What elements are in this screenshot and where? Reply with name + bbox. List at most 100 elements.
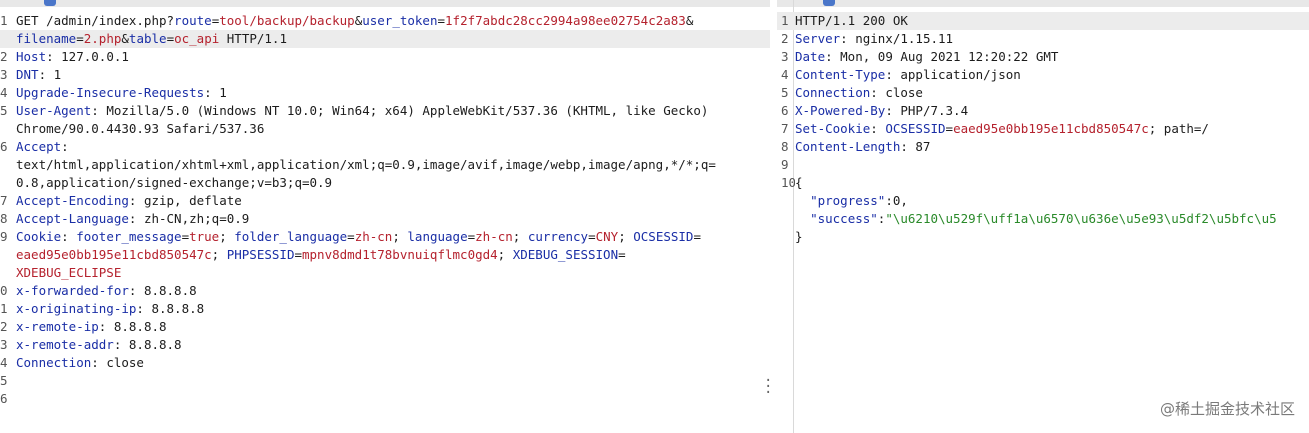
response-line: 9 — [777, 156, 1309, 174]
token-key: User-Agent — [16, 103, 92, 118]
request-line: 4 Connection: close — [0, 354, 770, 372]
line-text: Content-Type: application/json — [795, 66, 1021, 84]
line-text: User-Agent: Mozilla/5.0 (Windows NT 10.0… — [16, 102, 708, 120]
line-text: Host: 127.0.0.1 — [16, 48, 129, 66]
line-number: 1 — [0, 301, 8, 316]
tab-render[interactable] — [901, 0, 913, 6]
token-text: = — [166, 31, 175, 46]
tab-raw[interactable] — [823, 0, 835, 6]
watermark: @稀土掘金技术社区 — [1159, 400, 1295, 418]
token-text: :0, — [885, 193, 908, 208]
token-key: Accept — [16, 139, 62, 154]
token-text: : 8.8.8.8 — [136, 301, 205, 316]
line-text: "progress":0, — [795, 192, 908, 210]
token-value: 2.php — [83, 31, 122, 46]
token-text: : close — [91, 355, 144, 370]
token-text: ; — [211, 247, 227, 262]
response-line: 2 Server: nginx/1.15.11 — [777, 30, 1309, 48]
line-text: HTTP/1.1 200 OK — [795, 12, 908, 30]
token-value: mpnv8dmd1t78bvnuiqflmc0gd4 — [302, 247, 498, 262]
response-viewer[interactable]: 1 HTTP/1.1 200 OK 2 Server: nginx/1.15.11 3 D… — [777, 12, 1309, 433]
line-number: 7 — [781, 121, 789, 136]
line-number: 2 — [0, 319, 8, 334]
request-line: 6 Accept: — [0, 138, 770, 156]
token-value: CNY — [595, 229, 619, 244]
request-editor[interactable]: 1 GET /admin/index.php?route = tool/backup/… — [0, 12, 770, 433]
tab-render-toggle[interactable] — [953, 0, 965, 6]
line-number: 6 — [781, 103, 789, 118]
token-key: Connection — [16, 355, 92, 370]
line-text: Cookie: footer_message=true; folder_lang… — [16, 228, 701, 246]
line-text: Upgrade-Insecure-Requests: 1 — [16, 84, 227, 102]
request-line: 1 x-originating-ip: 8.8.8.8 — [0, 300, 770, 318]
token-key: Host — [16, 49, 47, 64]
token-text: : 8.8.8.8 — [113, 337, 182, 352]
tab-pretty[interactable] — [4, 0, 16, 6]
token-text: Chrome/90.0.4430.93 Safari/537.36 — [16, 121, 265, 136]
token-key: OCSESSID — [633, 229, 694, 244]
line-number: 5 — [781, 85, 789, 100]
line-text: Content-Length: 87 — [795, 138, 930, 156]
response-tab-bar — [777, 0, 1309, 7]
token-value: oc_api — [174, 31, 220, 46]
line-number: 5 — [0, 373, 8, 388]
token-text: ; — [219, 229, 235, 244]
line-number: 0 — [0, 283, 8, 298]
token-text: = — [945, 121, 954, 136]
token-value: tool/backup/backup — [219, 13, 355, 28]
tab-render-toggle[interactable] — [118, 0, 130, 6]
line-text: X-Powered-By: PHP/7.3.4 — [795, 102, 968, 120]
line-number: 3 — [0, 337, 8, 352]
token-text: & — [121, 31, 129, 46]
more-options-icon[interactable]: · · · — [764, 374, 772, 400]
tab-raw[interactable] — [44, 0, 56, 6]
line-number: 7 — [0, 193, 8, 208]
line-text: filename=2.php&table=oc_api HTTP/1.1 — [16, 30, 287, 48]
token-key: Accept-Language — [16, 211, 129, 226]
line-number: 1 — [0, 13, 8, 28]
line-number: 3 — [0, 67, 8, 82]
token-key: filename — [16, 31, 77, 46]
token-text: : — [61, 139, 69, 154]
request-line: XDEBUG_ECLIPSE — [0, 264, 770, 282]
token-text: ; — [618, 229, 634, 244]
token-text: : Mon, 09 Aug 2021 12:20:22 GMT — [825, 49, 1059, 64]
response-line: "progress":0, — [777, 192, 1309, 210]
tab-hex[interactable] — [863, 0, 875, 6]
token-key: Server — [795, 31, 841, 46]
token-value: true — [189, 229, 220, 244]
line-text: x-remote-ip: 8.8.8.8 — [16, 318, 167, 336]
response-line: 1 HTTP/1.1 200 OK — [777, 12, 1309, 30]
token-key: Connection — [795, 85, 871, 100]
request-line: 0 x-forwarded-for: 8.8.8.8 — [0, 282, 770, 300]
token-value: eaed95e0bb195e11cbd850547c — [16, 247, 212, 262]
token-key: x-remote-ip — [16, 319, 99, 334]
token-key: currency — [527, 229, 589, 244]
token-value: zh-cn — [475, 229, 513, 244]
token-key: Date — [795, 49, 826, 64]
request-tab-bar — [0, 0, 770, 7]
line-number: 4 — [781, 67, 789, 82]
request-line: 8 Accept-Language: zh-CN,zh;q=0.9 — [0, 210, 770, 228]
token-text: : close — [870, 85, 923, 100]
line-text: text/html,application/xhtml+xml,applicat… — [16, 156, 716, 174]
line-number: 9 — [781, 157, 789, 172]
line-text: Server: nginx/1.15.11 — [795, 30, 953, 48]
response-line: 4 Content-Type: application/json — [777, 66, 1309, 84]
line-number: 9 — [0, 229, 8, 244]
token-key: footer_message — [76, 229, 182, 244]
token-text: = — [347, 229, 355, 244]
token-text: : Mozilla/5.0 (Windows NT 10.0; Win64; x… — [91, 103, 709, 118]
line-number: 1 — [781, 13, 789, 28]
line-text: Connection: close — [795, 84, 923, 102]
line-number: 3 — [781, 49, 789, 64]
token-key: X-Powered-By — [795, 103, 886, 118]
token-text: HTTP/1.1 — [219, 31, 287, 46]
request-line: 5 User-Agent: Mozilla/5.0 (Windows NT 10.… — [0, 102, 770, 120]
token-key: route — [174, 13, 212, 28]
tab-hex[interactable] — [82, 0, 94, 6]
token-text: : application/json — [885, 67, 1021, 82]
request-line: text/html,application/xhtml+xml,applicat… — [0, 156, 770, 174]
line-text: DNT: 1 — [16, 66, 61, 84]
